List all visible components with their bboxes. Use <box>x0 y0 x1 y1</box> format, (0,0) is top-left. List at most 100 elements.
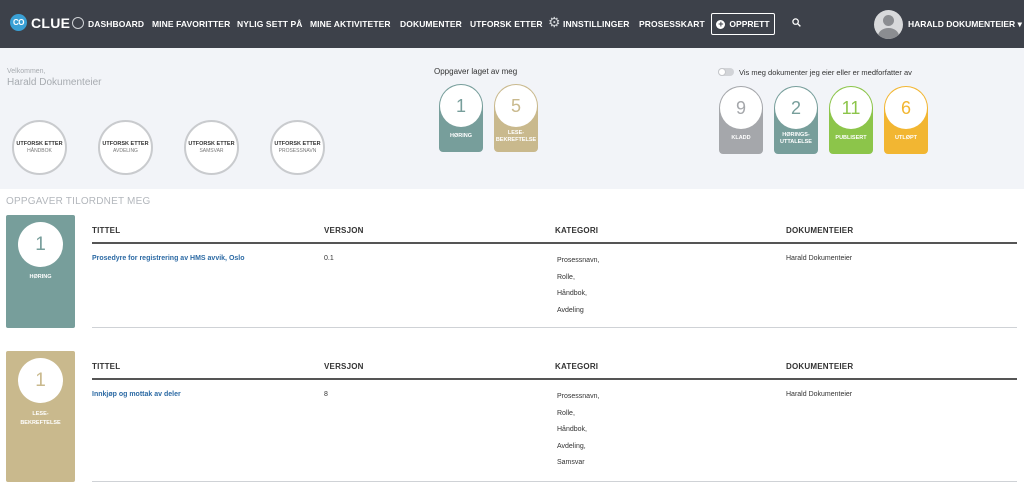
card-label: LESE- <box>507 130 525 136</box>
explore-label: UTFORSK ETTER <box>102 141 149 147</box>
owner-filter-label: Vis meg dokumenter jeg eier eller er med… <box>739 68 912 77</box>
explore-sublabel: PROSESSNAVN <box>278 148 317 154</box>
tasks-by-me-title: Oppgaver laget av meg <box>434 67 518 76</box>
top-navbar: CO CLUE DASHBOARD MINE FAVORITTER NYLIG … <box>0 0 1024 48</box>
assigned-read-confirmation-card[interactable]: 1 LESE- BEKREFTELSE <box>6 351 75 482</box>
card-label: UTLØPT <box>895 135 917 141</box>
nav-dashboard[interactable]: DASHBOARD <box>88 19 144 29</box>
hearing-response-card[interactable]: 2 HØRINGS- UTTALELSE <box>774 86 818 154</box>
row-divider <box>92 327 1017 328</box>
card-label: PUBLISERT <box>835 135 867 141</box>
assigned-hearing-card[interactable]: 1 HØRING <box>6 215 75 328</box>
column-header-title[interactable]: TITTEL <box>92 362 120 371</box>
nav-documents[interactable]: DOKUMENTER <box>400 19 462 29</box>
logo-text: CLUE <box>31 14 71 31</box>
category-item: Samsvar <box>557 459 585 466</box>
category-item: Prosessnavn, <box>557 393 600 400</box>
card-label: KLADD <box>731 135 751 141</box>
explore-sublabel: AVDELING <box>113 148 138 154</box>
header-divider <box>92 378 1017 380</box>
card-label-line2: BEKREFTELSE <box>20 420 61 426</box>
owner-filter-toggle[interactable] <box>718 68 734 76</box>
row-divider <box>92 481 1017 482</box>
nav-process-map[interactable]: PROSESSKART <box>639 19 705 29</box>
document-version: 8 <box>324 391 328 398</box>
column-header-owner[interactable]: DOKUMENTEIER <box>786 362 853 371</box>
document-owner: Harald Dokumenteier <box>786 255 853 262</box>
explore-sublabel: SAMSVAR <box>199 148 224 154</box>
category-item: Avdeling <box>557 306 584 314</box>
explore-label: UTFORSK ETTER <box>188 141 235 147</box>
document-categories: Prosessnavn, Rolle, Håndbok, Avdeling, S… <box>557 389 599 472</box>
search-icon[interactable] <box>792 18 801 27</box>
column-header-version[interactable]: VERSJON <box>324 362 364 371</box>
explore-by-handbook-button[interactable]: UTFORSK ETTER HÅNDBOK <box>12 120 67 175</box>
published-card[interactable]: 11 PUBLISERT <box>829 86 873 154</box>
assigned-tasks-title: OPPGAVER TILORDNET MEG <box>6 196 151 207</box>
category-item: Rolle, <box>557 273 575 281</box>
avatar-body <box>878 28 899 39</box>
nav-recently-viewed[interactable]: NYLIG SETT PÅ <box>237 19 303 29</box>
explore-by-process-button[interactable]: UTFORSK ETTER PROSESSNAVN <box>270 120 325 175</box>
toggle-knob <box>718 68 726 76</box>
category-item: Rolle, <box>557 409 575 417</box>
category-item: Avdeling, <box>557 442 586 450</box>
draft-card[interactable]: 9 KLADD <box>719 86 763 154</box>
card-count: 2 <box>775 87 817 129</box>
dashboard-overview: Velkommen, Harald Dokumenteier UTFORSK E… <box>0 48 1024 189</box>
document-title-link[interactable]: Prosedyre for registrering av HMS avvik,… <box>92 255 245 262</box>
column-header-owner[interactable]: DOKUMENTEIER <box>786 226 853 235</box>
gear-icon: ⚙ <box>548 14 561 30</box>
user-name: HARALD DOKUMENTEIER <box>908 19 1016 29</box>
create-button[interactable]: + OPPRETT <box>711 13 775 35</box>
nav-settings[interactable]: INNSTILLINGER <box>563 19 629 29</box>
caret-down-icon: ▾ <box>1017 19 1022 29</box>
read-confirmation-tasks-card[interactable]: 5 LESE- BEKREFTELSE <box>494 84 538 152</box>
card-count: 1 <box>440 85 482 127</box>
column-header-category[interactable]: KATEGORI <box>555 226 598 235</box>
card-label: HØRINGS- <box>782 132 810 138</box>
category-item: Håndbok, <box>557 426 587 433</box>
expired-card[interactable]: 6 UTLØPT <box>884 86 928 154</box>
explore-label: UTFORSK ETTER <box>274 141 321 147</box>
avatar-head <box>883 15 894 26</box>
explore-by-department-button[interactable]: UTFORSK ETTER AVDELING <box>98 120 153 175</box>
nav-my-activities[interactable]: MINE AKTIVITETER <box>310 19 391 29</box>
nav-my-favorites[interactable]: MINE FAVORITTER <box>152 19 230 29</box>
card-count: 1 <box>18 222 63 267</box>
category-item: Prosessnavn, <box>557 257 600 264</box>
card-count: 11 <box>830 87 872 129</box>
welcome-name: Harald Dokumenteier <box>7 77 102 88</box>
logo-mark: CO <box>10 14 27 31</box>
card-count: 5 <box>495 85 537 127</box>
welcome-greeting: Velkommen, <box>7 68 46 75</box>
document-version: 0.1 <box>324 255 334 262</box>
card-count: 6 <box>885 87 927 129</box>
card-label-line2: UTTALELSE <box>780 139 812 145</box>
card-label-line2: BEKREFTELSE <box>495 137 537 143</box>
column-header-title[interactable]: TITTEL <box>92 226 120 235</box>
card-count: 9 <box>720 87 762 129</box>
column-header-category[interactable]: KATEGORI <box>555 362 598 371</box>
column-header-version[interactable]: VERSJON <box>324 226 364 235</box>
card-label: HØRING <box>450 133 472 139</box>
document-categories: Prosessnavn, Rolle, Håndbok, Avdeling <box>557 253 599 319</box>
explore-label: UTFORSK ETTER <box>16 141 63 147</box>
user-menu[interactable]: HARALD DOKUMENTEIER ▾ <box>908 19 1022 30</box>
document-owner: Harald Dokumenteier <box>786 391 853 398</box>
category-item: Håndbok, <box>557 290 587 297</box>
card-count: 1 <box>18 358 63 403</box>
explore-by-compliance-button[interactable]: UTFORSK ETTER SAMSVAR <box>184 120 239 175</box>
hearing-tasks-card[interactable]: 1 HØRING <box>439 84 483 152</box>
nav-explore-by[interactable]: UTFORSK ETTER <box>470 19 543 29</box>
card-label: LESE- <box>32 411 49 417</box>
plus-icon: + <box>716 18 726 29</box>
logo[interactable]: CO CLUE <box>10 14 70 31</box>
avatar[interactable] <box>874 10 903 39</box>
create-button-label: OPPRETT <box>729 19 770 29</box>
card-label: HØRING <box>29 274 52 280</box>
dashboard-icon <box>72 17 84 29</box>
document-title-link[interactable]: Innkjøp og mottak av deler <box>92 391 181 398</box>
explore-sublabel: HÅNDBOK <box>27 148 52 154</box>
header-divider <box>92 242 1017 244</box>
